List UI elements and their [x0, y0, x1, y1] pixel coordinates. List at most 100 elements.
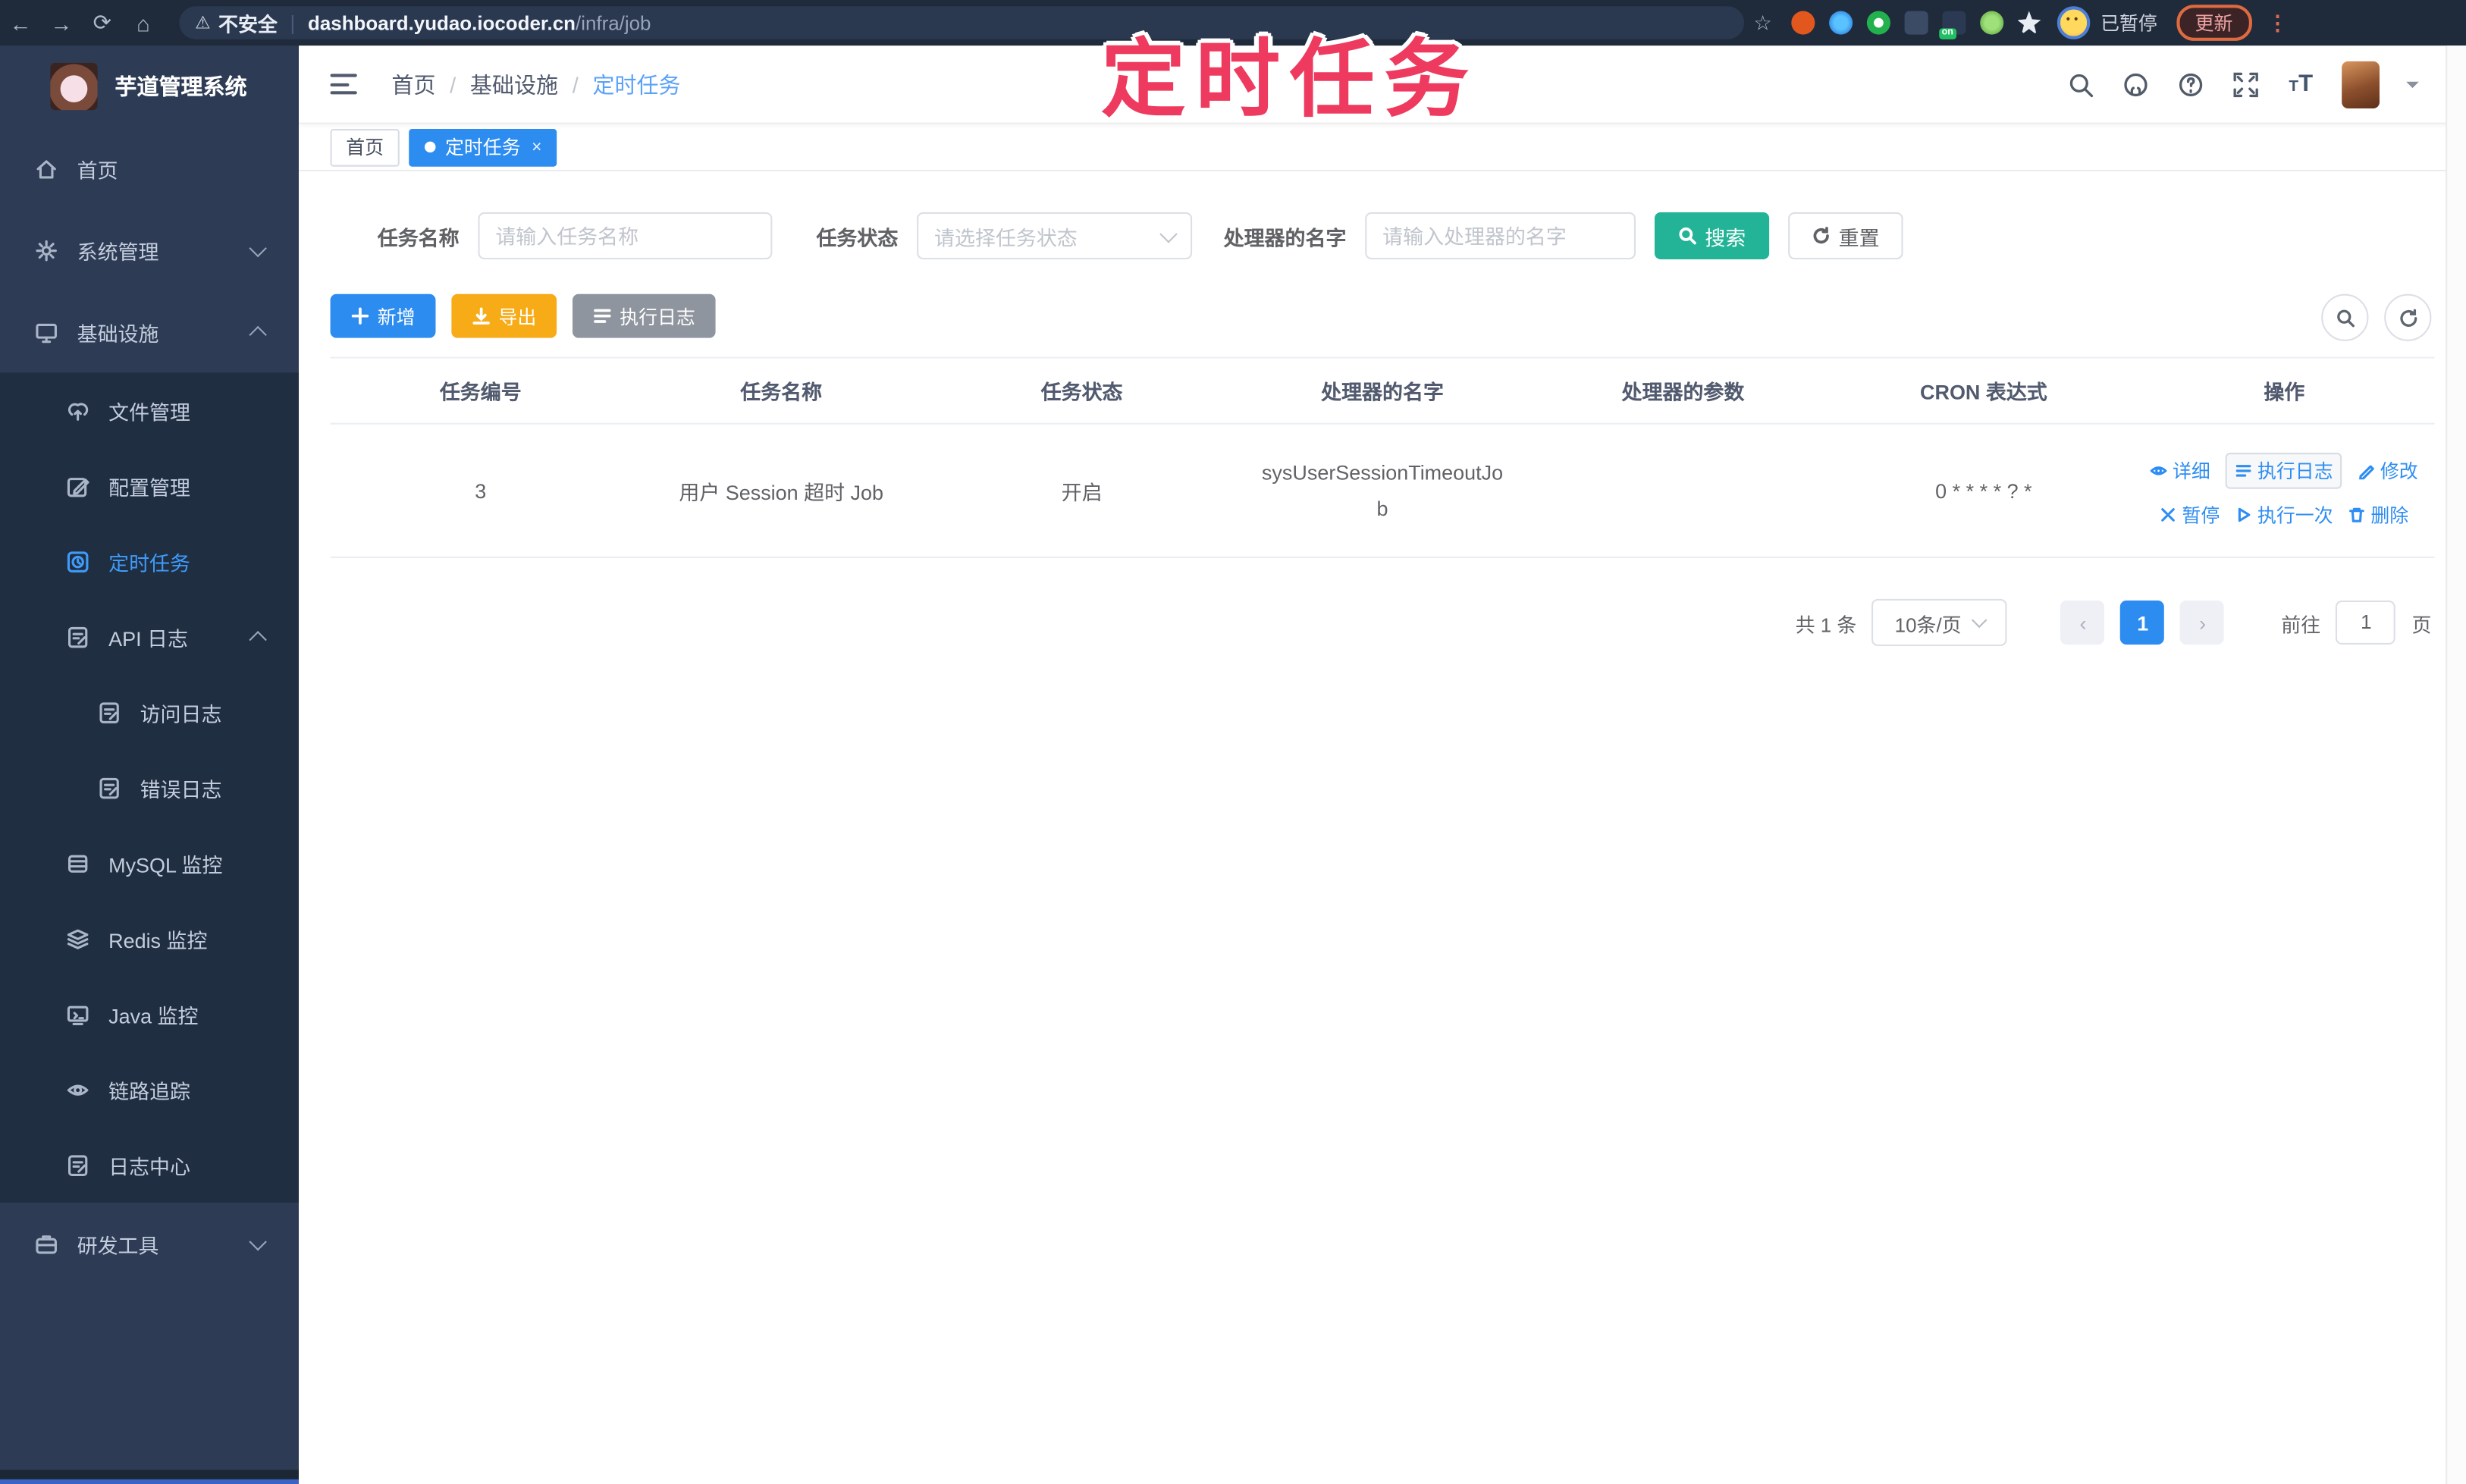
next-page-button[interactable]: › [2180, 600, 2225, 645]
tab-close-icon[interactable]: × [532, 137, 541, 156]
play-icon [2239, 507, 2251, 522]
url-divider: | [290, 11, 296, 35]
page-size-select[interactable]: 10条/页 [1872, 598, 2008, 647]
sidebar-item-dev-tools[interactable]: 研发工具 [0, 1203, 299, 1285]
help-icon[interactable] [2176, 70, 2204, 98]
breadcrumb: 首页 / 基础设施 / 定时任务 [391, 68, 680, 99]
security-label[interactable]: 不安全 [218, 8, 278, 37]
pagination: 共 1 条 10条/页 ‹ 1 › 前往 页 [299, 598, 2432, 647]
trash-icon [2349, 507, 2365, 522]
tab-home[interactable]: 首页 [330, 127, 400, 166]
col-handler-name: 处理器的名字 [1321, 380, 1444, 404]
edit-link[interactable]: 修改 [2358, 457, 2418, 484]
add-button[interactable]: 新增 [330, 293, 436, 338]
chevron-down-icon [1159, 224, 1178, 243]
sidebar-item-mysql-monitor[interactable]: MySQL 监控 [0, 825, 300, 901]
col-job-name: 任务名称 [740, 380, 823, 404]
sidebar-item-log-center[interactable]: 日志中心 [0, 1127, 300, 1203]
sidebar-item-config-manage[interactable]: 配置管理 [0, 447, 300, 524]
cell-actions: 详细 执行日志 修改 暂停 执行一次 删除 [2134, 425, 2434, 557]
home-icon [35, 156, 58, 180]
job-status-select[interactable]: 请选择任务状态 [917, 212, 1193, 260]
col-cron: CRON 表达式 [1919, 380, 2047, 404]
export-button[interactable]: 导出 [451, 293, 557, 338]
log-file-icon [98, 776, 121, 799]
user-avatar[interactable] [2342, 60, 2380, 108]
plus-icon [351, 307, 369, 325]
refresh-button[interactable] [2384, 293, 2432, 341]
job-log-button[interactable]: 执行日志 [573, 293, 716, 338]
sidebar-item-home[interactable]: 首页 [0, 127, 299, 209]
extension-icon[interactable] [1979, 11, 2003, 35]
breadcrumb-infra[interactable]: 基础设施 [470, 68, 558, 99]
screen: ← → ⟳ ⌂ ⚠ 不安全 | dashboard.yudao.iocoder.… [0, 0, 2466, 1484]
page-suffix: 页 [2411, 613, 2432, 636]
sidebar-item-redis-monitor[interactable]: Redis 监控 [0, 900, 300, 977]
chevron-up-icon [249, 629, 267, 648]
breadcrumb-home[interactable]: 首页 [391, 68, 435, 99]
collapse-menu-icon[interactable] [330, 74, 357, 95]
browser-reload-button[interactable]: ⟳ [82, 9, 123, 36]
extensions-row: on [1790, 11, 2041, 39]
search-icon[interactable] [2066, 70, 2094, 98]
eye-icon [2151, 466, 2168, 475]
sidebar-item-trace[interactable]: 链路追踪 [0, 1051, 300, 1128]
sidebar-item-error-log[interactable]: 错误日志 [0, 749, 300, 826]
pause-link[interactable]: 暂停 [2160, 501, 2220, 528]
browser-menu-icon[interactable]: ⋮ [2267, 10, 2288, 35]
goto-page-input[interactable] [2336, 600, 2396, 645]
sidebar-item-api-log[interactable]: API 日志 [0, 598, 300, 675]
toggle-search-button[interactable] [2321, 293, 2369, 341]
fullscreen-icon[interactable] [2232, 70, 2260, 98]
browser-profile-avatar[interactable] [2057, 6, 2090, 39]
page-scrollbar[interactable] [2446, 45, 2466, 1484]
handler-name-label: 处理器的名字 [1223, 225, 1347, 249]
page-1-button[interactable]: 1 [2120, 600, 2165, 645]
pencil-icon [2359, 465, 2375, 480]
browser-update-button[interactable]: 更新 [2176, 5, 2252, 41]
screen-icon [66, 1002, 89, 1026]
list-icon [594, 309, 611, 323]
sidebar-item-file-manage[interactable]: 文件管理 [0, 372, 300, 448]
font-size-icon[interactable]: TT [2287, 70, 2315, 98]
total-count: 共 1 条 [1795, 613, 1857, 636]
main-area: 首页 / 基础设施 / 定时任务 TT 首页 定时任务 × 任务名称 请输入任务… [299, 45, 2466, 1484]
extension-icon[interactable] [1866, 11, 1890, 35]
delete-link[interactable]: 删除 [2348, 501, 2408, 528]
browser-home-button[interactable]: ⌂ [123, 10, 164, 35]
reset-button[interactable]: 重置 [1788, 212, 1903, 260]
refresh-icon [1813, 227, 1829, 244]
job-log-link[interactable]: 执行日志 [2226, 453, 2343, 489]
prev-page-button[interactable]: ‹ [2060, 600, 2105, 645]
run-once-link[interactable]: 执行一次 [2235, 501, 2333, 528]
detail-link[interactable]: 详细 [2151, 457, 2210, 484]
page-content: 任务名称 任务状态 请选择任务状态 处理器的名字 搜索 重置 [299, 212, 2466, 647]
sidebar-item-access-log[interactable]: 访问日志 [0, 674, 300, 750]
list-icon [2236, 465, 2252, 477]
browser-back-button[interactable]: ← [0, 10, 41, 35]
table-tools [2321, 293, 2432, 341]
extension-icon[interactable]: on [1938, 11, 1966, 39]
extension-icon[interactable] [1903, 11, 1928, 35]
sidebar-item-scheduled-jobs[interactable]: 定时任务 [0, 523, 300, 599]
user-menu-caret-icon[interactable] [2406, 80, 2419, 94]
github-icon[interactable] [2122, 70, 2150, 98]
sidebar-item-system[interactable]: 系统管理 [0, 209, 299, 291]
browser-forward-button[interactable]: → [41, 10, 82, 35]
active-dot [425, 141, 436, 153]
extension-pin-icon[interactable] [2017, 11, 2041, 35]
sidebar-footer-accent [0, 1479, 300, 1484]
extension-icon[interactable] [1790, 11, 1815, 35]
extension-icon[interactable] [1828, 11, 1853, 35]
job-name-input[interactable] [478, 212, 773, 260]
sidebar-item-infra[interactable]: 基础设施 [0, 291, 299, 373]
database-icon [66, 852, 89, 875]
table-header-row: 任务编号 任务名称 任务状态 处理器的名字 处理器的参数 CRON 表达式 操作 [330, 359, 2435, 425]
handler-name-input[interactable] [1365, 212, 1636, 260]
tab-scheduled-jobs[interactable]: 定时任务 × [409, 127, 558, 166]
sidebar-item-java-monitor[interactable]: Java 监控 [0, 976, 300, 1052]
search-button[interactable]: 搜索 [1654, 212, 1770, 260]
app-logo-row[interactable]: 芋道管理系统 [0, 45, 299, 127]
cell-job-id: 3 [475, 478, 487, 503]
bookmark-star-icon[interactable]: ☆ [1754, 10, 1772, 35]
